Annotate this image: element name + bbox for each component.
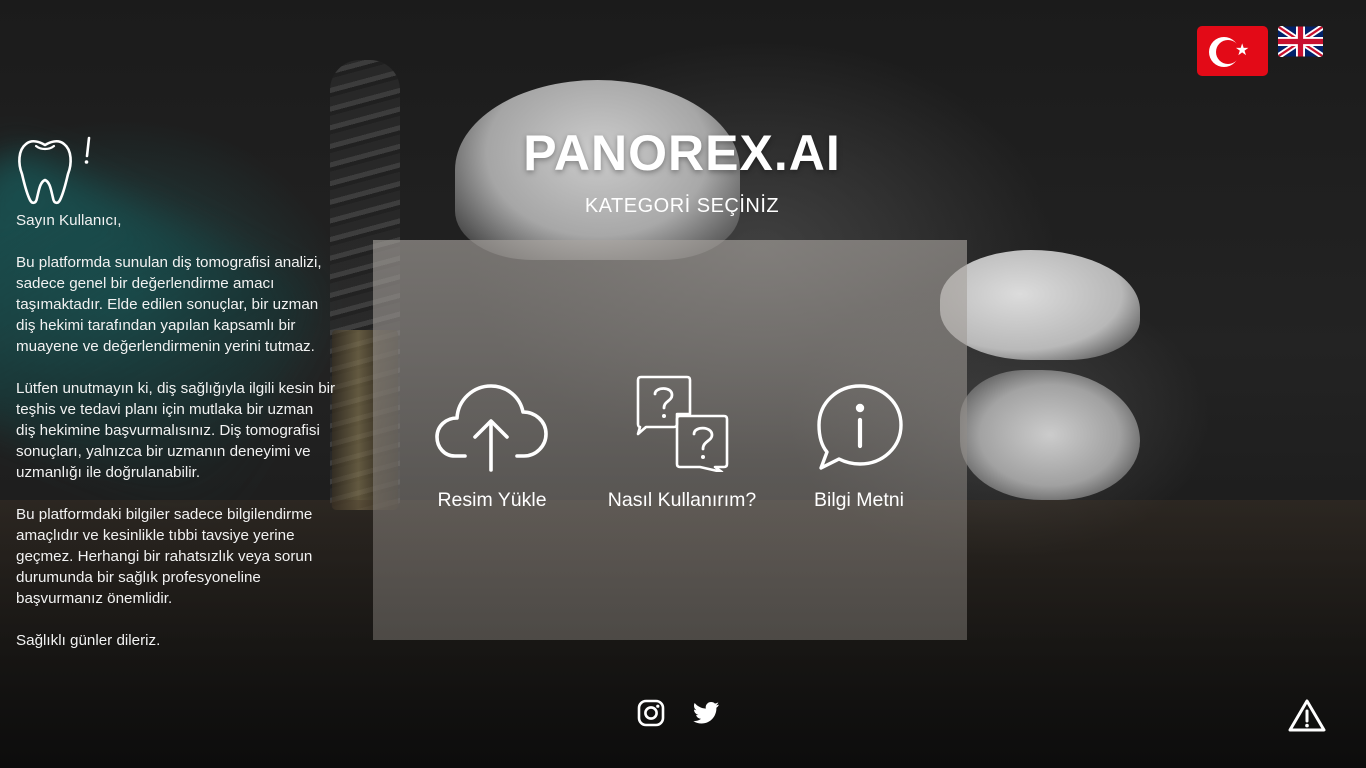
category-how-to-use[interactable]: Nasıl Kullanırım?: [592, 240, 772, 640]
brand-title: PANOREX.AI: [523, 125, 841, 181]
instagram-icon[interactable]: [636, 698, 666, 728]
category-upload-image[interactable]: Resim Yükle: [402, 240, 582, 640]
warning-icon[interactable]: [1288, 698, 1326, 732]
disclaimer-paragraph: Bu platformda sunulan diş tomografisi an…: [16, 254, 322, 355]
category-info-text[interactable]: Bilgi Metni: [769, 240, 949, 640]
twitter-icon[interactable]: [691, 698, 721, 728]
disclaimer-paragraph: Lütfen unutmayın ki, diş sağlığıyla ilgi…: [16, 380, 336, 481]
background-tooth-root: [940, 250, 1140, 360]
background-tooth-root-lower: [960, 370, 1140, 500]
disclaimer-paragraph: Sağlıklı günler dileriz.: [16, 632, 161, 649]
disclaimer-paragraph: Sayın Kullanıcı,: [16, 212, 122, 229]
cloud-upload-icon: [435, 384, 548, 472]
turkey-flag-icon[interactable]: ★: [1197, 26, 1268, 76]
disclaimer-paragraph: Bu platformdaki bilgiler sadece bilgilen…: [16, 506, 313, 607]
disclaimer-text: Sayın Kullanıcı, Bu platformda sunulan d…: [16, 210, 336, 651]
tooth-alert-icon: [18, 136, 91, 205]
category-label: Resim Yükle: [437, 489, 547, 511]
category-label: Nasıl Kullanırım?: [607, 489, 757, 511]
uk-flag-icon[interactable]: [1278, 26, 1323, 57]
page-subtitle: KATEGORİ SEÇİNİZ: [584, 195, 780, 217]
question-bubbles-icon: [636, 375, 729, 472]
category-panel: Resim Yükle Nasıl Kullanırım? Bilgi Metn…: [373, 240, 967, 640]
category-label: Bilgi Metni: [814, 489, 904, 511]
info-bubble-icon: [817, 384, 903, 470]
